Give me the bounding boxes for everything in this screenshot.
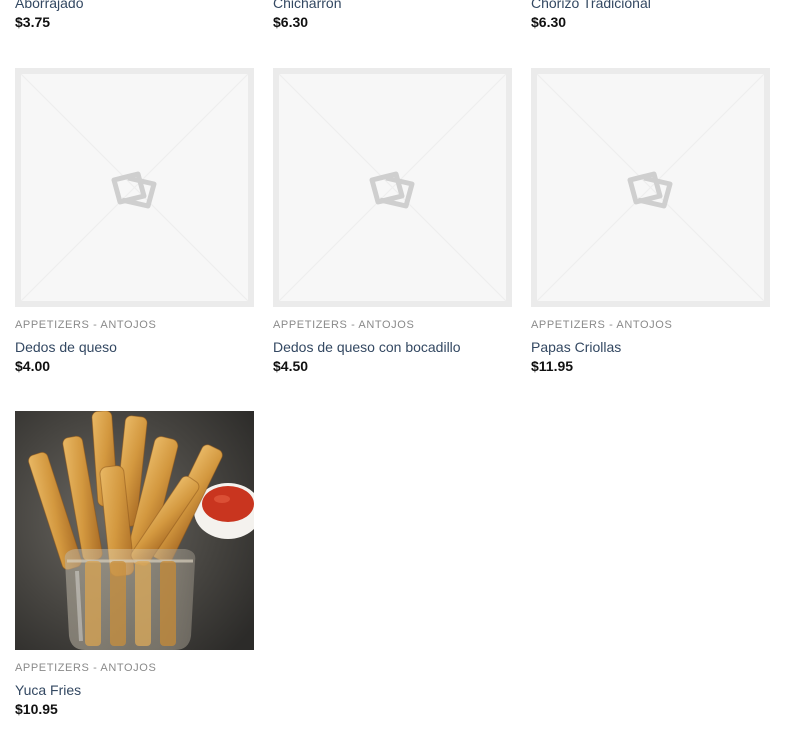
- placeholder-image-icon: [627, 171, 672, 208]
- placeholder-image-icon: [111, 171, 156, 208]
- product-card: APPETIZERS - ANTOJOS Papas Criollas $11.…: [531, 68, 770, 375]
- product-price: $3.75: [15, 14, 51, 30]
- product-name-link[interactable]: Chorizo Tradicional: [531, 0, 770, 12]
- product-image-placeholder[interactable]: [531, 68, 770, 307]
- yuca-fries-image: [15, 411, 254, 650]
- product-category: APPETIZERS - ANTOJOS: [15, 662, 157, 674]
- product-name-link[interactable]: Aborrajado: [15, 0, 254, 12]
- product-category: APPETIZERS - ANTOJOS: [531, 319, 673, 331]
- product-card: Chicharron $6.30: [273, 0, 512, 31]
- placeholder-image-icon: [369, 171, 414, 208]
- product-card: APPETIZERS - ANTOJOS Dedos de queso $4.0…: [15, 68, 254, 375]
- product-category: APPETIZERS - ANTOJOS: [15, 319, 157, 331]
- product-card: APPETIZERS - ANTOJOS Yuca Fries $10.95: [15, 411, 254, 718]
- product-category: APPETIZERS - ANTOJOS: [273, 319, 415, 331]
- product-price: $6.30: [531, 14, 567, 30]
- product-card: Aborrajado $3.75: [15, 0, 254, 31]
- product-image-placeholder[interactable]: [15, 68, 254, 307]
- product-name-link[interactable]: Yuca Fries: [15, 681, 254, 699]
- yuca-fries-photo[interactable]: [15, 411, 254, 650]
- product-card: APPETIZERS - ANTOJOS Dedos de queso con …: [273, 68, 512, 375]
- product-image-placeholder[interactable]: [273, 68, 512, 307]
- product-grid: Aborrajado $3.75 Chicharron $6.30 Choriz…: [0, 0, 785, 732]
- product-price: $4.00: [15, 358, 51, 374]
- product-price: $11.95: [531, 358, 574, 374]
- product-name-link[interactable]: Dedos de queso con bocadillo: [273, 338, 512, 356]
- product-price: $10.95: [15, 701, 58, 717]
- product-price: $6.30: [273, 14, 309, 30]
- product-price: $4.50: [273, 358, 309, 374]
- product-name-link[interactable]: Papas Criollas: [531, 338, 770, 356]
- product-name-link[interactable]: Chicharron: [273, 0, 512, 12]
- product-card: Chorizo Tradicional $6.30: [531, 0, 770, 31]
- product-name-link[interactable]: Dedos de queso: [15, 338, 254, 356]
